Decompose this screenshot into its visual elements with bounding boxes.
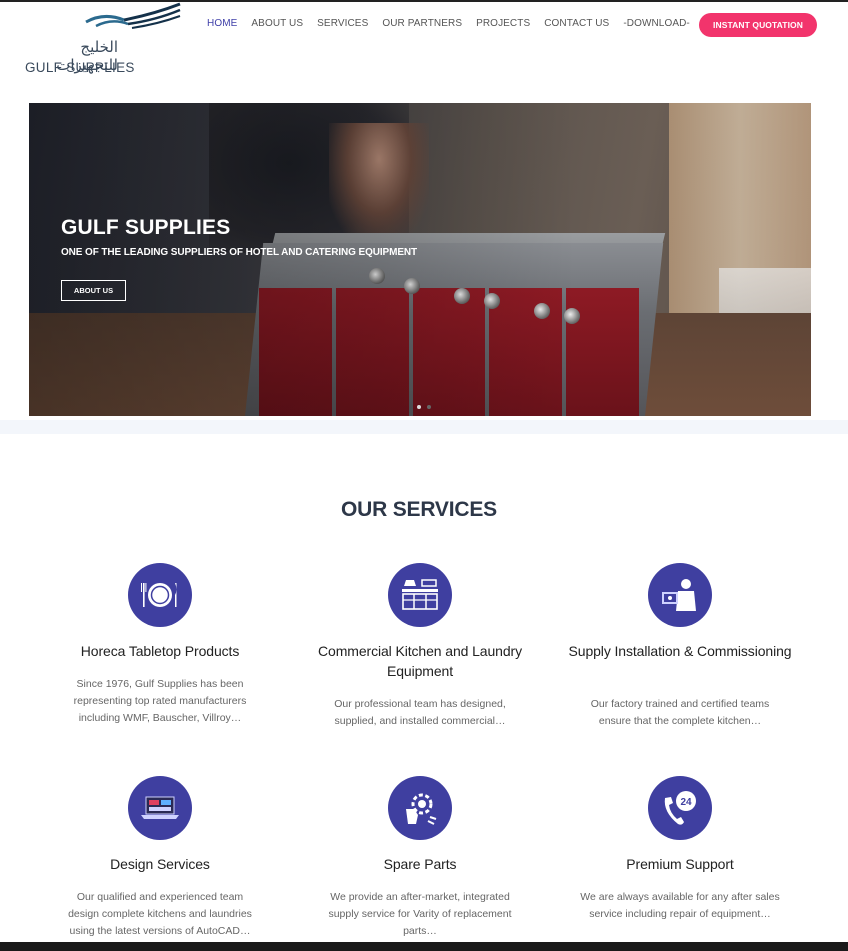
logo-english-text: GULF SUPPLIES [25,60,135,75]
site-logo[interactable]: الخليج للتجهيزات GULF SUPPLIES [24,2,184,80]
laptop-design-icon [141,796,179,819]
service-icon-circle [128,563,192,627]
service-title: Horeca Tabletop Products [80,643,240,659]
hero-subtitle: ONE OF THE LEADING SUPPLIERS OF HOTEL AN… [61,247,418,258]
service-description: Since 1976, Gulf Supplies has been repre… [73,678,247,724]
slider-dot[interactable] [427,405,431,409]
slider-dots [417,405,431,409]
about-us-button[interactable]: ABOUT US [61,280,126,301]
logo-waves-icon [85,2,181,29]
service-icon-circle [388,776,452,840]
section-divider [0,420,848,434]
service-title: Design Services [110,856,210,872]
service-description: We provide an after-market, integrated s… [328,891,512,937]
instant-quotation-button[interactable]: INSTANT QUOTATION [699,13,817,37]
service-description: Our qualified and experienced team desig… [68,891,252,937]
service-description: Our professional team has designed, supp… [334,698,506,727]
tableware-icon [141,583,177,607]
svg-text:24: 24 [680,797,692,808]
bottom-bar [0,942,848,951]
service-icon-circle: 24 [648,776,712,840]
service-icon-circle [388,563,452,627]
main-nav: HOME ABOUT US SERVICES OUR PARTNERS PROJ… [207,18,704,32]
hero-title: GULF SUPPLIES [61,216,231,239]
service-description: Our factory trained and certified teams … [590,698,770,727]
services-heading: OUR SERVICES [341,498,497,521]
nav-our-partners[interactable]: OUR PARTNERS [382,18,462,32]
service-description: We are always available for any after sa… [580,891,780,920]
nav-services[interactable]: SERVICES [317,18,368,32]
nav-home[interactable]: HOME [207,18,237,32]
nav-about-us[interactable]: ABOUT US [251,18,303,32]
slider-dot[interactable] [417,405,421,409]
service-icon-circle [648,563,712,627]
site-header: الخليج للتجهيزات GULF SUPPLIES HOME ABOU… [0,2,848,100]
kitchen-icon [402,579,438,610]
nav-projects[interactable]: PROJECTS [476,18,530,32]
service-title: Spare Parts [383,856,457,872]
service-title: Premium Support [626,856,734,872]
hero-slider: GULF SUPPLIES ONE OF THE LEADING SUPPLIE… [29,103,811,416]
phone-24-icon: 24 [664,791,696,825]
hero-overlay [29,103,811,416]
nav-download[interactable]: -DOWNLOAD- [623,18,690,32]
service-title: Supply Installation & Commissioning [568,643,792,659]
installation-icon [662,579,696,611]
nav-contact-us[interactable]: CONTACT US [544,18,609,32]
gear-hand-icon [406,793,437,825]
service-title: Commercial Kitchen and Laundry Equipment [318,643,522,679]
service-icon-circle [128,776,192,840]
